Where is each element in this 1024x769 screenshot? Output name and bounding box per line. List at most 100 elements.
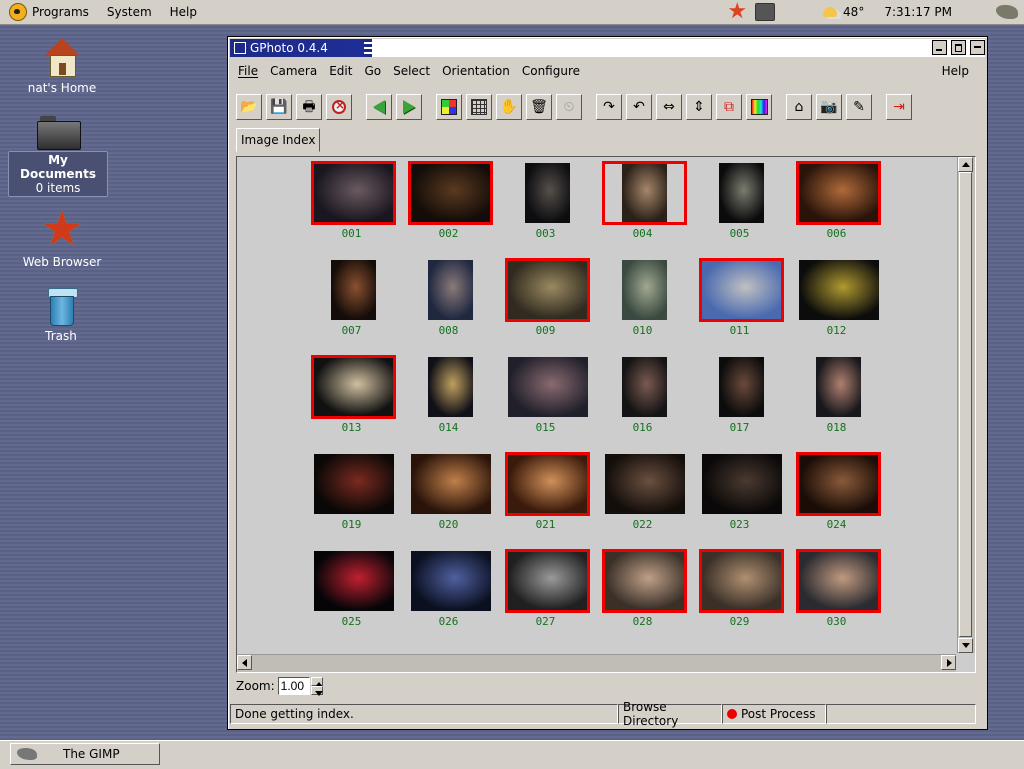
thumbnail-item[interactable]: 022 <box>594 448 691 545</box>
menu-configure[interactable]: Configure <box>516 64 586 78</box>
thumbnail-item[interactable]: 011 <box>691 254 788 351</box>
thumbnail-item[interactable]: 028 <box>594 545 691 642</box>
panel-clock[interactable]: 7:31:17 PM <box>884 5 952 19</box>
help-menu[interactable]: Help <box>161 0 206 24</box>
vertical-scrollbar[interactable] <box>957 157 975 653</box>
rainbow-icon <box>750 99 768 115</box>
window-titlebar[interactable]: GPhoto 0.4.4 <box>230 39 985 57</box>
thumbnail-frame-selected <box>311 161 396 225</box>
post-process-toggle[interactable]: Post Process <box>722 704 826 724</box>
thumbnail-item[interactable]: 021 <box>497 448 594 545</box>
desktop-icon-web-browser[interactable]: ★ Web Browser <box>12 205 112 269</box>
thumbnail-item[interactable]: 019 <box>303 448 400 545</box>
zoom-spinner[interactable] <box>310 677 323 696</box>
zoom-input[interactable] <box>277 677 310 695</box>
thumbnail-item[interactable]: 007 <box>303 254 400 351</box>
thumbnail-item[interactable]: 003 <box>497 157 594 254</box>
thumbnail-item[interactable]: 025 <box>303 545 400 642</box>
thumbnail-item[interactable]: 001 <box>303 157 400 254</box>
applet-icon[interactable] <box>755 3 776 21</box>
thumbnail-item[interactable]: 015 <box>497 351 594 448</box>
programs-menu[interactable]: Programs <box>0 0 98 24</box>
thumbnail-item[interactable]: 018 <box>788 351 885 448</box>
zoom-increase-button[interactable] <box>310 677 323 687</box>
select-images-button[interactable]: ✋ <box>496 94 522 120</box>
rotate-clockwise-button[interactable]: ↷ <box>596 94 622 120</box>
stop-button[interactable] <box>326 94 352 120</box>
next-button[interactable] <box>396 94 422 120</box>
folder-icon <box>37 114 81 150</box>
desktop-icon-trash[interactable]: Trash <box>11 286 111 343</box>
open-folder-button[interactable]: 📂 <box>236 94 262 120</box>
thumbnail-item[interactable]: 023 <box>691 448 788 545</box>
home-icon: ⌂ <box>794 99 804 115</box>
tab-image-index[interactable]: Image Index <box>236 128 321 152</box>
menu-select[interactable]: Select <box>387 64 436 78</box>
thumbnail-item[interactable]: 010 <box>594 254 691 351</box>
flip-vertical-button[interactable]: ⇕ <box>686 94 712 120</box>
close-button[interactable] <box>970 40 985 55</box>
star-launcher-icon[interactable]: ★ <box>727 1 747 23</box>
gimp-launcher-icon[interactable] <box>996 5 1018 19</box>
maximize-button[interactable] <box>951 40 966 55</box>
menu-edit[interactable]: Edit <box>323 64 358 78</box>
home-button[interactable]: ⌂ <box>786 94 812 120</box>
window-menu-icon[interactable] <box>234 42 246 54</box>
thumbnail-item[interactable]: 014 <box>400 351 497 448</box>
scroll-left-button[interactable] <box>237 655 252 670</box>
previous-button[interactable] <box>366 94 392 120</box>
thumbnail-item[interactable]: 020 <box>400 448 497 545</box>
thumbnail-image <box>314 358 393 416</box>
thumbnail-item[interactable]: 029 <box>691 545 788 642</box>
thumbnail-number: 011 <box>729 324 750 337</box>
resize-button[interactable]: ⧉ <box>716 94 742 120</box>
flip-horizontal-button[interactable]: ⇔ <box>656 94 682 120</box>
thumbnail-item[interactable]: 016 <box>594 351 691 448</box>
menu-file[interactable]: File <box>232 64 264 78</box>
scroll-right-button[interactable] <box>941 655 956 670</box>
thumbnail-item[interactable]: 008 <box>400 254 497 351</box>
desktop-icon-my-documents[interactable]: My Documents 0 items <box>8 114 108 197</box>
browse-directory-button[interactable]: Browse Directory <box>618 700 722 728</box>
thumbnail-item[interactable]: 013 <box>303 351 400 448</box>
colors-button[interactable] <box>436 94 462 120</box>
scroll-down-button[interactable] <box>958 638 973 653</box>
thumbnail-item[interactable]: 012 <box>788 254 885 351</box>
thumbnail-item[interactable]: 009 <box>497 254 594 351</box>
thumbnail-item[interactable]: 024 <box>788 448 885 545</box>
thumbnail-item[interactable]: 027 <box>497 545 594 642</box>
camera-button[interactable]: 📷 <box>816 94 842 120</box>
trash-can-icon: 🗑 <box>530 99 548 115</box>
thumbnail-item[interactable]: 002 <box>400 157 497 254</box>
horizontal-scrollbar[interactable] <box>237 654 956 672</box>
thumbnail-item[interactable]: 017 <box>691 351 788 448</box>
minimize-button[interactable] <box>932 40 947 55</box>
vertical-scroll-thumb[interactable] <box>959 172 972 637</box>
zoom-decrease-button[interactable] <box>310 686 323 696</box>
desktop-icon-home[interactable]: nat's Home <box>12 38 112 95</box>
color-adjust-button[interactable] <box>746 94 772 120</box>
scroll-up-button[interactable] <box>958 157 973 172</box>
thumbnail-item[interactable]: 026 <box>400 545 497 642</box>
thumbnail-item[interactable]: 006 <box>788 157 885 254</box>
clock-cancel-button[interactable]: ⏲ <box>556 94 582 120</box>
system-menu[interactable]: System <box>98 0 161 24</box>
edit-button[interactable]: ✎ <box>846 94 872 120</box>
index-grid-button[interactable] <box>466 94 492 120</box>
menu-go[interactable]: Go <box>358 64 387 78</box>
taskbar-item-gimp[interactable]: The GIMP <box>10 743 160 765</box>
rotate-counterclockwise-button[interactable]: ↶ <box>626 94 652 120</box>
print-button[interactable]: 🖶 <box>296 94 322 120</box>
menu-camera[interactable]: Camera <box>264 64 323 78</box>
save-button[interactable]: 💾 <box>266 94 292 120</box>
stop-icon <box>332 98 346 114</box>
thumbnail-item[interactable]: 004 <box>594 157 691 254</box>
delete-button[interactable]: 🗑 <box>526 94 552 120</box>
menu-orientation[interactable]: Orientation <box>436 64 516 78</box>
exit-button[interactable]: ⇥ <box>886 94 912 120</box>
menu-help[interactable]: Help <box>936 64 975 78</box>
thumbnail-frame <box>311 258 396 322</box>
thumbnail-frame <box>602 258 687 322</box>
thumbnail-item[interactable]: 005 <box>691 157 788 254</box>
thumbnail-item[interactable]: 030 <box>788 545 885 642</box>
